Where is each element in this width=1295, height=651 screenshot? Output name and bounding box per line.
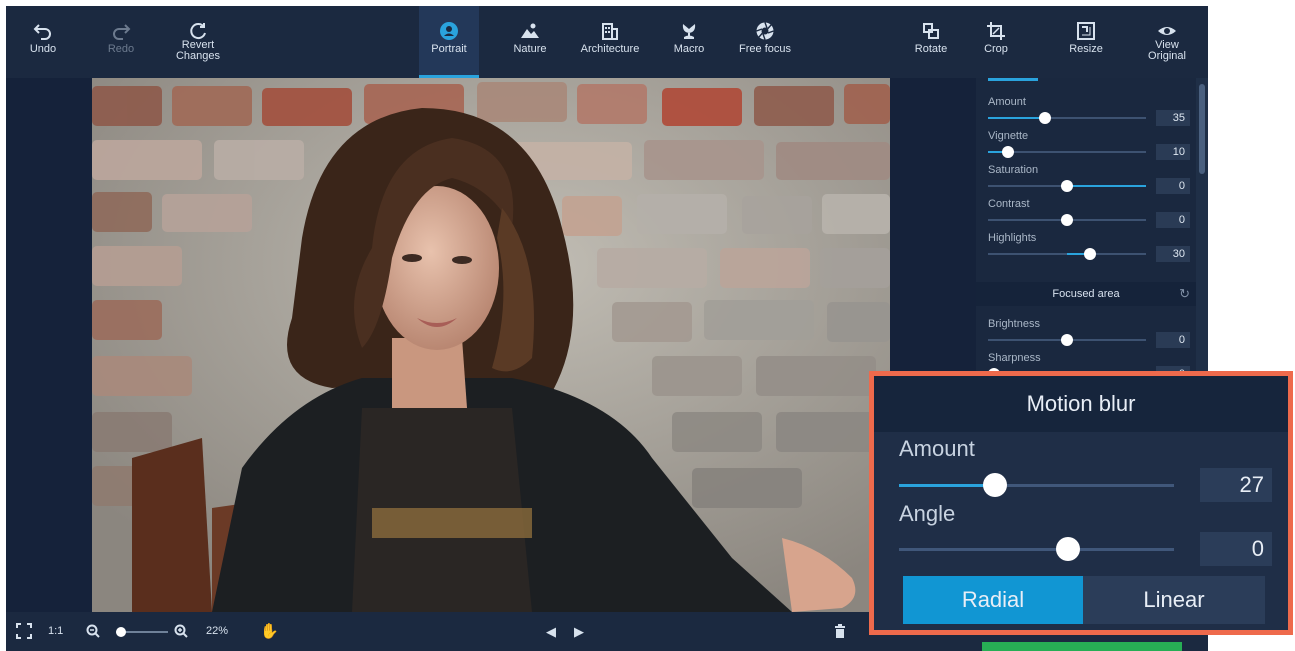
motion-blur-amount-label: Amount xyxy=(899,436,975,461)
vignette-value[interactable]: 10 xyxy=(1156,144,1190,160)
resize-icon xyxy=(1062,6,1110,41)
undo-icon xyxy=(20,6,66,41)
tab-free-focus-label: Free focus xyxy=(739,43,791,55)
fullscreen-icon[interactable] xyxy=(16,612,32,651)
motion-blur-amount-handle[interactable] xyxy=(983,473,1007,497)
amount-slider-fill xyxy=(988,117,1045,119)
radial-mode-button[interactable]: Radial xyxy=(903,576,1083,624)
highlights-slider-handle[interactable] xyxy=(1084,248,1096,260)
portrait-photo xyxy=(92,78,890,612)
next-image-icon[interactable]: ▶ xyxy=(574,612,584,651)
undo-label: Undo xyxy=(29,43,57,55)
linear-mode-button[interactable]: Linear xyxy=(1083,576,1265,624)
motion-blur-angle-handle[interactable] xyxy=(1056,537,1080,561)
contrast-slider[interactable] xyxy=(988,214,1146,226)
delete-icon[interactable] xyxy=(834,612,846,651)
tab-free-focus[interactable]: Free focus xyxy=(730,6,800,78)
tab-portrait[interactable]: Portrait xyxy=(419,6,479,78)
amount-slider-handle[interactable] xyxy=(1039,112,1051,124)
zoom-level: 22% xyxy=(206,625,229,637)
motion-blur-amount-value[interactable]: 27 xyxy=(1200,468,1272,502)
image-canvas[interactable] xyxy=(6,78,976,612)
actual-size-button[interactable]: 1:1 xyxy=(48,612,63,651)
redo-button[interactable]: Redo xyxy=(98,6,144,78)
amount-label: Amount xyxy=(988,96,1026,108)
hand-tool-icon[interactable]: ✋ xyxy=(260,612,279,651)
resize-label: Resize xyxy=(1069,43,1103,55)
amount-value[interactable]: 35 xyxy=(1156,110,1190,126)
contrast-slider-handle[interactable] xyxy=(1061,214,1073,226)
focused-area-header: Focused area ↻ xyxy=(976,282,1196,306)
vignette-slider[interactable] xyxy=(988,146,1146,158)
saturation-slider-fill xyxy=(1067,185,1146,187)
tab-nature-label: Nature xyxy=(513,43,547,55)
undo-button[interactable]: Undo xyxy=(20,6,66,78)
tab-portrait-label: Portrait xyxy=(431,43,467,55)
nature-icon xyxy=(502,6,558,40)
motion-blur-angle-slider[interactable] xyxy=(899,537,1174,561)
vignette-label: Vignette xyxy=(988,130,1029,142)
tab-macro-label: Macro xyxy=(673,43,705,55)
brightness-slider[interactable] xyxy=(988,334,1146,346)
building-icon xyxy=(572,6,648,41)
brightness-label: Brightness xyxy=(988,318,1040,330)
saturation-value[interactable]: 0 xyxy=(1156,178,1190,194)
panel-tab-indicator xyxy=(988,78,1038,81)
brightness-value[interactable]: 0 xyxy=(1156,332,1190,348)
amount-slider[interactable] xyxy=(988,112,1146,124)
zoom-slider[interactable] xyxy=(116,627,168,637)
previous-image-icon[interactable]: ◀ xyxy=(546,612,556,651)
saturation-label: Saturation xyxy=(988,164,1039,176)
rotate-button[interactable]: Rotate xyxy=(906,6,956,78)
rotate-icon xyxy=(906,6,956,40)
zoom-out-icon[interactable] xyxy=(86,612,100,651)
crop-label: Crop xyxy=(984,43,1008,55)
motion-blur-angle-label: Angle xyxy=(899,501,956,526)
motion-blur-amount-fill xyxy=(899,484,995,487)
motion-blur-title: Motion blur xyxy=(874,376,1288,432)
tab-nature[interactable]: Nature xyxy=(502,6,558,78)
rotate-label: Rotate xyxy=(914,43,948,55)
sharpness-label: Sharpness xyxy=(988,352,1041,364)
top-toolbar: Undo Redo Revert Changes Portrait Nature… xyxy=(6,6,1208,78)
brightness-slider-handle[interactable] xyxy=(1061,334,1073,346)
resize-button[interactable]: Resize xyxy=(1062,6,1110,78)
highlights-slider[interactable] xyxy=(988,248,1146,260)
save-button[interactable] xyxy=(982,642,1182,651)
flower-icon xyxy=(666,6,712,40)
saturation-slider-handle[interactable] xyxy=(1061,180,1073,192)
portrait-icon xyxy=(419,6,479,41)
highlights-value[interactable]: 30 xyxy=(1156,246,1190,262)
redo-label: Redo xyxy=(107,43,135,55)
contrast-label: Contrast xyxy=(988,198,1030,210)
tab-architecture[interactable]: Architecture xyxy=(572,6,648,78)
eye-icon xyxy=(1142,6,1192,40)
revert-changes-button[interactable]: Revert Changes xyxy=(166,6,230,78)
redo-icon xyxy=(98,6,144,41)
motion-blur-angle-value[interactable]: 0 xyxy=(1200,532,1272,566)
tab-architecture-label: Architecture xyxy=(580,43,640,55)
crop-button[interactable]: Crop xyxy=(976,6,1016,78)
view-original-button[interactable]: View Original xyxy=(1142,6,1192,78)
highlights-label: Highlights xyxy=(988,232,1037,244)
zoom-slider-handle[interactable] xyxy=(116,627,126,637)
photo-preview xyxy=(92,78,890,612)
aperture-icon xyxy=(730,6,800,40)
focused-area-title: Focused area xyxy=(1052,288,1120,300)
revert-label-line2: Changes xyxy=(175,50,221,62)
contrast-value[interactable]: 0 xyxy=(1156,212,1190,228)
reset-icon[interactable]: ↻ xyxy=(1179,282,1190,306)
motion-blur-amount-slider[interactable] xyxy=(899,473,1174,497)
motion-blur-callout: Motion blur Amount 27 Angle 0 Radial Lin… xyxy=(869,371,1293,635)
tab-macro[interactable]: Macro xyxy=(666,6,712,78)
saturation-slider[interactable] xyxy=(988,180,1146,192)
refresh-icon xyxy=(166,6,230,40)
zoom-in-icon[interactable] xyxy=(174,612,188,651)
view-label-line2: Original xyxy=(1148,50,1186,62)
crop-icon xyxy=(976,6,1016,41)
panel-scrollbar[interactable] xyxy=(1199,84,1205,174)
vignette-slider-handle[interactable] xyxy=(1002,146,1014,158)
